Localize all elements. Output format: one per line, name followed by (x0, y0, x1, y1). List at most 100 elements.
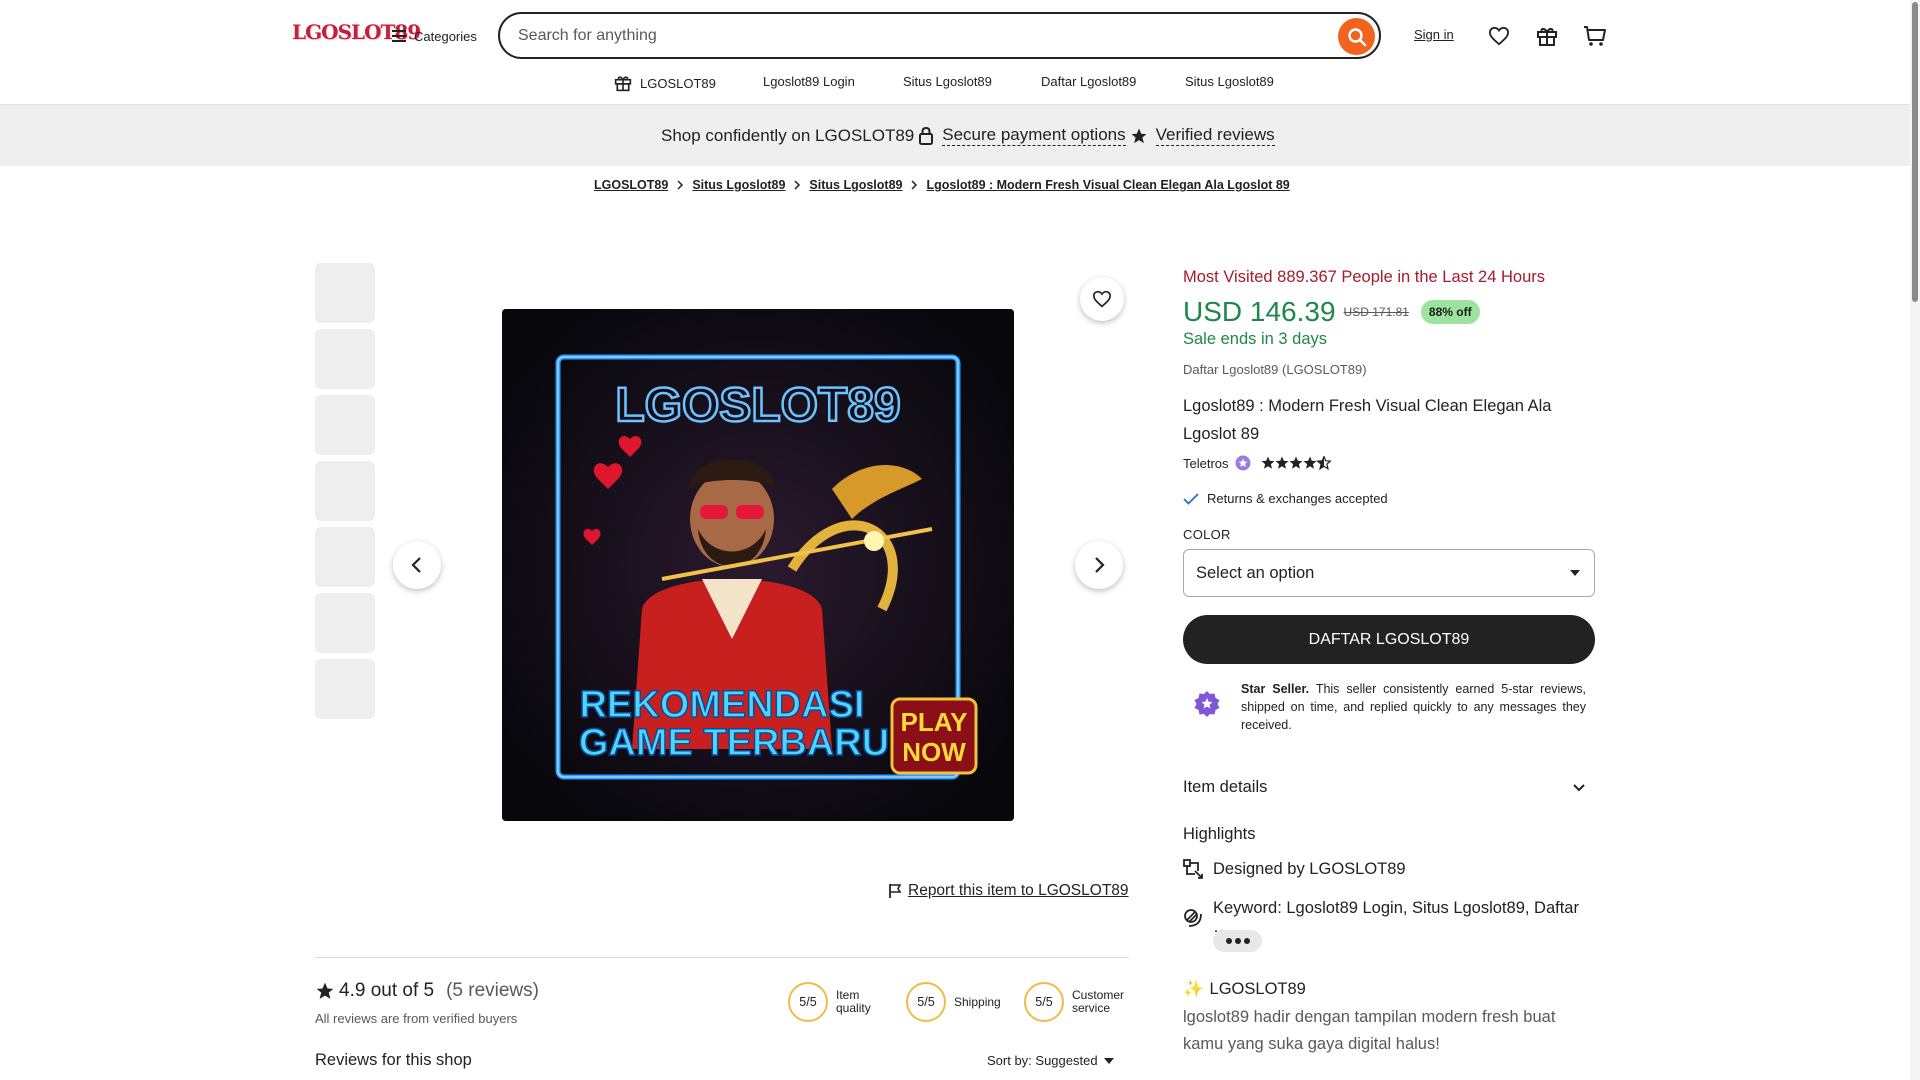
color-label: COLOR (1183, 527, 1231, 542)
categories-button[interactable]: Categories (392, 24, 477, 48)
thumbnail[interactable] (315, 263, 375, 323)
nav-item-label: Situs Lgoslot89 (1185, 74, 1274, 89)
breadcrumb-item[interactable]: Situs Lgoslot89 (809, 178, 902, 192)
breadcrumb-item[interactable]: Lgoslot89 : Modern Fresh Visual Clean El… (926, 178, 1289, 192)
favorite-item-button[interactable] (1080, 277, 1124, 321)
designer-icon (1183, 859, 1203, 879)
thumbnail[interactable] (315, 461, 375, 521)
scrollbar-thumb[interactable] (1912, 2, 1918, 302)
cart-button[interactable] (1581, 22, 1609, 50)
nav-item-label: Daftar Lgoslot89 (1041, 74, 1137, 89)
heart-icon (1092, 290, 1112, 308)
star-icon (1130, 127, 1148, 145)
seller-row: Teletros (1183, 455, 1595, 471)
highlights-title: Highlights (1183, 825, 1256, 843)
sale-ends: Sale ends in 3 days (1183, 330, 1328, 348)
image-brand-text: LGOSLOT89 (615, 379, 900, 432)
description-title: ✨ LGOSLOT89 (1183, 980, 1595, 999)
star-seller-text: Star Seller. This seller consistently ea… (1241, 680, 1586, 734)
sort-label: Sort by: Suggested (987, 1053, 1098, 1068)
report-item-link[interactable]: Report this item to LGOSLOT89 (888, 882, 1129, 900)
chevron-down-icon (1573, 783, 1585, 792)
highlight-designer: Designed by LGOSLOT89 (1183, 859, 1595, 879)
current-price: USD 146.39 (1183, 296, 1336, 327)
image-line2-text: GAME TERBARU (579, 722, 889, 764)
highlight-text: Designed by LGOSLOT89 (1213, 859, 1406, 878)
nav-item-daftar[interactable]: Daftar Lgoslot89 (1041, 74, 1136, 89)
chevron-right-icon (676, 180, 684, 190)
nav-item-label: LGOSLOT89 (640, 75, 716, 91)
sort-dropdown[interactable]: Sort by: Suggested (987, 1053, 1114, 1068)
score-item-quality: 5/5 Item quality (788, 982, 886, 1022)
product-title: Lgoslot89 : Modern Fresh Visual Clean El… (1183, 397, 1552, 443)
original-price: USD 171.81 (1343, 305, 1409, 319)
show-more-button[interactable] (1213, 930, 1262, 952)
sign-in-link[interactable]: Sign in (1414, 27, 1454, 42)
score-value: 5/5 (906, 982, 946, 1022)
chevron-right-icon (910, 180, 918, 190)
nav-item-login[interactable]: Lgoslot89 Login (763, 74, 855, 89)
discount-badge: 88% off (1420, 300, 1480, 324)
star-icon (315, 981, 335, 1001)
search-bar[interactable] (498, 12, 1381, 59)
chevron-right-icon (1092, 555, 1106, 575)
menu-icon (392, 29, 408, 43)
reviews-section-title: Reviews for this shop (315, 1051, 472, 1069)
caret-down-icon (1103, 1057, 1114, 1064)
thumbnail[interactable] (315, 395, 375, 455)
cart-icon (1583, 25, 1607, 47)
score-label: Customer service (1072, 988, 1125, 1015)
star-seller-badge-icon (1235, 455, 1251, 471)
secure-payment-link[interactable]: Secure payment options (942, 125, 1126, 146)
search-button[interactable] (1338, 18, 1375, 55)
search-input[interactable] (518, 26, 1338, 45)
breadcrumb-item[interactable]: Situs Lgoslot89 (692, 178, 785, 192)
color-select[interactable]: Select an option (1183, 549, 1595, 597)
image-badge-text: PLAY (901, 707, 968, 737)
heart-icon (1488, 26, 1510, 46)
lock-icon (918, 126, 934, 146)
highlight-text: Keyword: Lgoslot89 Login, Situs Lgoslot8… (1213, 899, 1579, 936)
score-customer-service: 5/5 Customer service (1024, 982, 1132, 1022)
shop-name-link[interactable]: Daftar Lgoslot89 (LGOSLOT89) (1183, 362, 1595, 377)
dot (1243, 938, 1250, 944)
previous-image-button[interactable] (393, 541, 441, 589)
categories-label: Categories (414, 28, 477, 44)
primary-cta-button[interactable]: DAFTAR LGOSLOT89 (1183, 615, 1595, 664)
dot (1225, 938, 1232, 944)
star-seller-info: Star Seller. This seller consistently ea… (1183, 680, 1595, 734)
nav-item-situs[interactable]: Situs Lgoslot89 (903, 74, 992, 89)
nav-item-lgoslot89[interactable]: LGOSLOT89 (614, 74, 716, 92)
chevron-right-icon (793, 180, 801, 190)
flag-icon (888, 883, 902, 899)
favorites-button[interactable] (1485, 22, 1513, 50)
nav-item-situs-2[interactable]: Situs Lgoslot89 (1185, 74, 1274, 89)
select-value: Select an option (1196, 563, 1315, 582)
verified-reviews-link[interactable]: Verified reviews (1155, 125, 1275, 146)
trust-text: Shop confidently on LGOSLOT89 (661, 125, 915, 145)
breadcrumb: LGOSLOT89 Situs Lgoslot89 Situs Lgoslot8… (594, 178, 1290, 192)
star-seller-title: Star Seller. (1241, 682, 1310, 696)
breadcrumb-item[interactable]: LGOSLOT89 (594, 178, 668, 192)
review-count[interactable]: (5 reviews) (446, 980, 539, 1002)
thumbnail[interactable] (315, 329, 375, 389)
gift-button[interactable] (1533, 22, 1561, 50)
product-image[interactable]: LGOSLOT89 REKOMENDASI GAME TERBARU PLAY … (502, 309, 1014, 821)
sparkles-icon: ✨ (1183, 980, 1204, 998)
seller-name[interactable]: Teletros (1183, 456, 1229, 471)
dot (1234, 938, 1241, 944)
item-details-toggle[interactable]: Item details (1183, 778, 1595, 797)
site-logo[interactable]: LGOSLOT89 (292, 20, 421, 50)
thumbnail[interactable] (315, 659, 375, 719)
caret-down-icon (1570, 570, 1580, 576)
gift-icon (1536, 25, 1558, 47)
gift-icon (614, 74, 632, 92)
next-image-button[interactable] (1075, 541, 1123, 589)
seller-rating-stars (1261, 456, 1331, 470)
thumbnail[interactable] (315, 593, 375, 653)
returns-text: Returns & exchanges accepted (1207, 491, 1388, 506)
thumbnail[interactable] (315, 527, 375, 587)
score-shipping: 5/5 Shipping (906, 982, 1001, 1022)
search-icon (1347, 27, 1367, 47)
score-value: 5/5 (788, 982, 828, 1022)
